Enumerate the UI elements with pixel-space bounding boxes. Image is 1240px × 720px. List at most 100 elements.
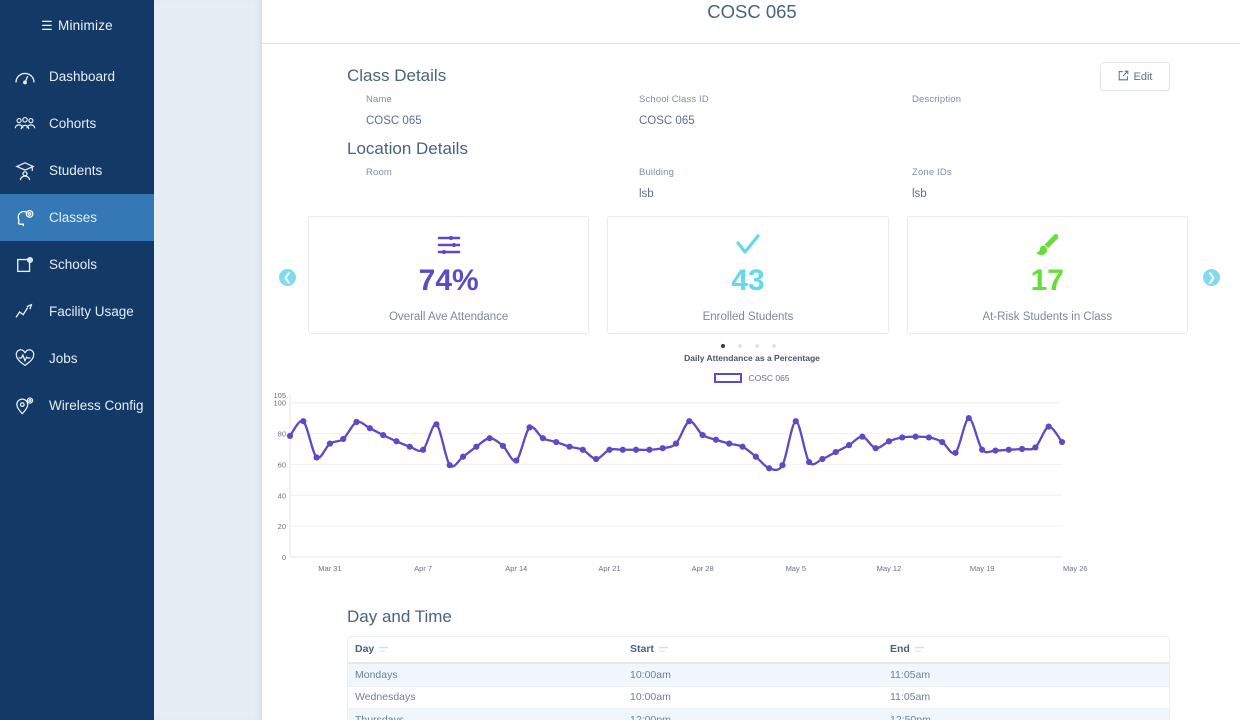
stat-card-overall-ave-attendance[interactable]: 74% Overall Ave Attendance [308,216,590,334]
carousel-next-button[interactable]: ❯ [1203,269,1220,286]
table-row[interactable]: Thursdays 12:00pm 12:50pm [348,709,1169,720]
cell-day: Mondays [355,668,398,681]
chart-data-point[interactable] [726,440,733,447]
chart-data-point[interactable] [566,443,573,450]
y-axis-tick-label: 40 [278,491,286,500]
chart-data-point[interactable] [1032,444,1039,451]
sidebar-item-wireless-config[interactable]: Wireless Config [0,382,154,429]
chart-data-point[interactable] [832,448,839,456]
chart-data-point[interactable] [539,435,546,442]
chart-data-point[interactable] [380,432,387,439]
minimize-label: Minimize [58,17,113,33]
chart-data-point[interactable] [792,418,799,425]
chart-data-point[interactable] [420,446,427,453]
chart-data-point[interactable] [672,440,680,447]
chart-data-point[interactable] [1045,423,1052,430]
chart-data-point[interactable] [899,434,906,441]
chart-data-point[interactable] [446,462,453,469]
sidebar-item-students[interactable]: Students [0,147,154,194]
chart-data-point[interactable] [473,443,480,450]
sidebar-item-cohorts[interactable]: Cohorts [0,100,154,147]
chart-data-point[interactable] [646,446,653,453]
chart-data-point[interactable] [486,435,493,442]
chart-data-point[interactable] [912,433,919,440]
chart-data-point[interactable] [553,438,560,446]
chart-data-point[interactable] [979,446,986,453]
chart-data-point[interactable] [992,447,999,454]
chart-data-point[interactable] [313,454,320,461]
paintbrush-icon [1034,230,1060,260]
chart-data-point[interactable] [699,432,706,439]
chart-data-point[interactable] [712,436,720,443]
chart-data-point[interactable] [819,455,826,463]
legend-label: COSC 065 [748,373,790,383]
column-header-end[interactable]: End [883,643,1169,655]
chart-data-point[interactable] [406,443,413,450]
carousel-dot[interactable] [754,344,759,348]
sidebar-item-dashboard[interactable]: Dashboard [0,53,154,100]
y-axis-tick-label: 20 [278,522,286,531]
chart-data-point[interactable] [952,449,959,456]
chart-data-point[interactable] [340,435,347,443]
column-header-start[interactable]: Start [623,643,883,655]
chart-data-point[interactable] [619,446,626,453]
cell-day: Wednesdays [355,691,416,704]
chart-data-point[interactable] [766,465,773,472]
chart-data-point[interactable] [845,442,853,449]
sidebar-item-label: Cohorts [49,116,97,131]
sidebar-item-schools[interactable]: Schools [0,241,154,288]
sidebar-item-classes[interactable]: Classes [0,194,154,241]
chart-data-point[interactable] [1058,438,1066,446]
chart-data-point[interactable] [779,462,786,469]
x-axis-tick-label: Mar 31 [318,564,341,573]
table-row[interactable]: Mondays 10:00am 11:05am [348,664,1169,687]
stat-card-value: 17 [1030,264,1064,297]
chart-data-point[interactable] [513,457,520,464]
chart-data-point[interactable] [366,425,373,432]
carousel-dot[interactable] [737,344,742,348]
cell-start: 12:00pm [630,713,671,720]
chart-data-point[interactable] [579,446,586,453]
chart-data-point[interactable] [739,443,746,450]
chart-data-point[interactable] [499,442,507,450]
minimize-button[interactable]: ☰ Minimize [0,0,154,50]
chart-data-point[interactable] [872,445,879,452]
chart-data-point[interactable] [859,433,866,440]
chart-data-point[interactable] [965,415,972,422]
chart-data-point[interactable] [632,446,640,453]
main-content: COSC 065 Edit Class Details Name COSC 06… [262,0,1240,720]
chart-data-point[interactable] [433,421,440,428]
chart-data-point[interactable] [939,438,946,446]
chart-data-point[interactable] [593,455,600,463]
sort-icon [659,644,668,656]
field-value [912,115,1185,129]
table-row[interactable]: Wednesdays 10:00am 11:05am [348,686,1169,709]
x-axis-tick-label: May 12 [877,564,902,573]
carousel-dot[interactable] [771,344,776,348]
cell-day: Thursdays [355,713,405,720]
chart-data-point[interactable] [752,453,759,460]
column-header-day[interactable]: Day [348,643,623,655]
chart-data-point[interactable] [885,438,893,445]
chart-data-point[interactable] [925,434,932,441]
carousel-dot[interactable] [720,344,725,348]
chart-data-point[interactable] [1018,445,1026,453]
chart-data-point[interactable] [526,424,533,431]
chart-data-point[interactable] [300,418,307,425]
sidebar-item-facility-usage[interactable]: Facility Usage [0,288,154,335]
chart-data-point[interactable] [686,418,693,425]
chart-data-point[interactable] [1005,446,1012,453]
stat-card-enrolled-students[interactable]: 43 Enrolled Students [607,216,889,334]
chart-data-point[interactable] [606,446,613,453]
chart-data-point[interactable] [459,453,467,460]
chart-data-point[interactable] [286,432,294,439]
chart-data-point[interactable] [353,418,360,426]
chart-data-point[interactable] [393,438,400,445]
chart-data-point[interactable] [326,440,334,447]
carousel-prev-button[interactable]: ❮ [279,269,296,286]
edit-button[interactable]: Edit [1100,62,1170,91]
stat-card-at-risk-students[interactable]: 17 At-Risk Students in Class [906,216,1188,334]
chart-data-point[interactable] [806,459,813,466]
sidebar-item-jobs[interactable]: Jobs [0,335,154,382]
chart-data-point[interactable] [659,445,666,452]
